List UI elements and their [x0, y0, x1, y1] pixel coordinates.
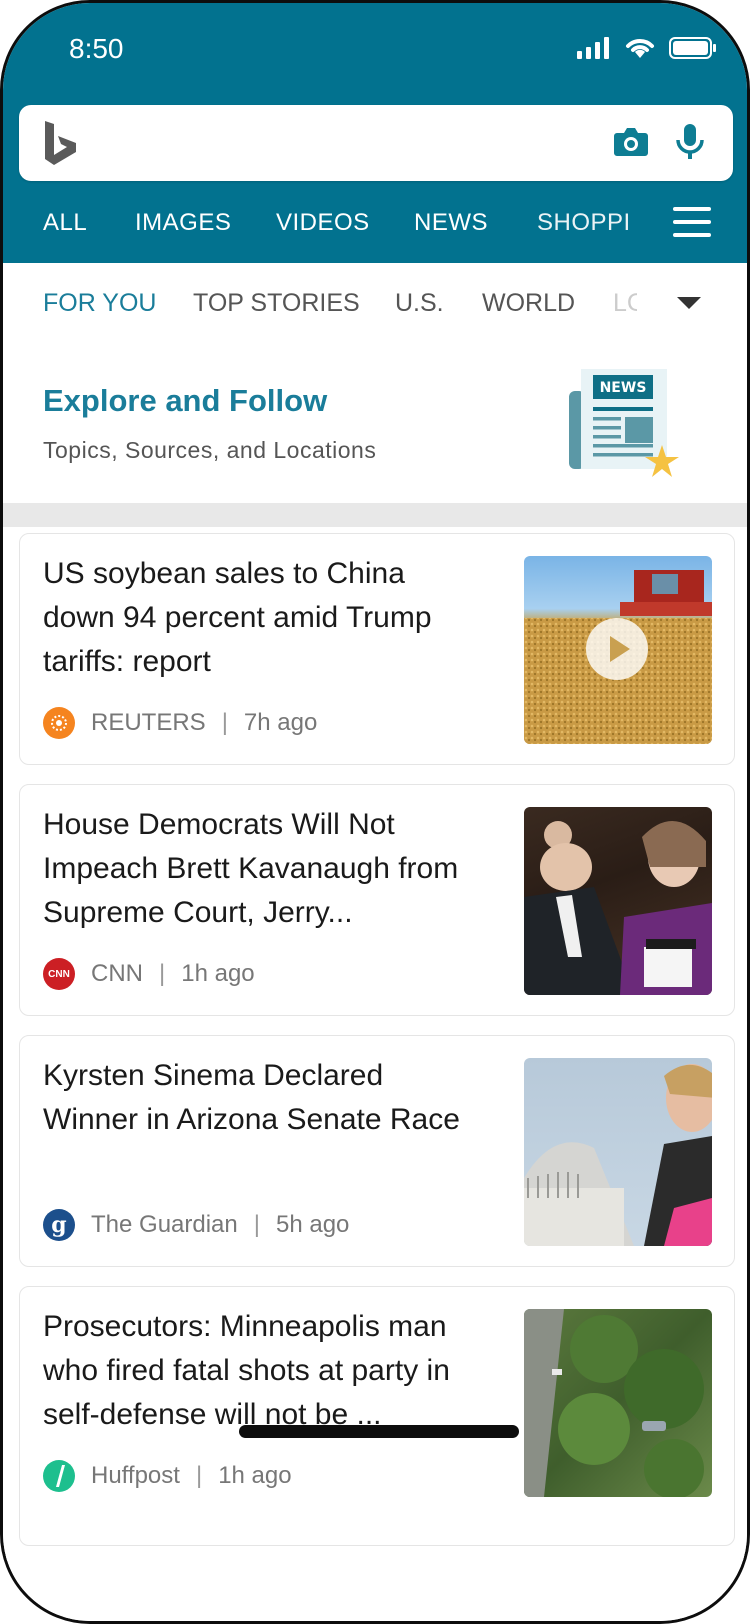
source-name[interactable]: Huffpost — [91, 1462, 180, 1490]
article-time: 7h ago — [243, 709, 318, 736]
politicians-image — [524, 820, 712, 995]
tab-shopping[interactable]: SHOPPI — [537, 209, 629, 237]
tab-videos[interactable]: VIDEOS — [276, 209, 370, 237]
guardian-logo-icon: g — [43, 1209, 75, 1241]
huffpost-logo-icon — [43, 1460, 75, 1492]
article-thumbnail[interactable] — [524, 1309, 712, 1497]
subtab-for-you[interactable]: FOR YOU — [43, 289, 156, 318]
tab-all[interactable]: ALL — [43, 209, 87, 237]
separator: | — [159, 960, 166, 987]
subtab-top-stories[interactable]: TOP STORIES — [193, 289, 360, 318]
source-name[interactable]: The Guardian — [91, 1211, 238, 1239]
explore-subtitle: Topics, Sources, and Locations — [43, 437, 377, 463]
news-badge-text: NEWS — [600, 380, 647, 396]
camera-icon[interactable] — [613, 126, 649, 158]
cnn-logo-icon: CNN — [43, 958, 75, 990]
search-tabs: ALL IMAGES VIDEOS NEWS SHOPPI — [3, 199, 747, 249]
source-name[interactable]: CNN — [91, 960, 143, 988]
explore-follow-banner[interactable]: Explore and Follow Topics, Sources, and … — [3, 343, 747, 503]
article-thumbnail[interactable] — [524, 1058, 712, 1246]
separator: | — [221, 709, 228, 736]
separator: | — [195, 1462, 203, 1489]
tab-news[interactable]: NEWS — [414, 209, 488, 237]
header: 8:50 ALL IMAGES VIDEOS NEWS SHOPPI — [3, 3, 747, 263]
explore-title: Explore and Follow — [43, 383, 328, 418]
news-card[interactable]: House Democrats Will Not Impeach Brett K… — [19, 784, 735, 1016]
aerial-scene-image — [524, 1309, 704, 1497]
section-divider — [3, 503, 747, 527]
article-headline[interactable]: House Democrats Will Not Impeach Brett K… — [43, 803, 483, 935]
source-name[interactable]: REUTERS — [91, 709, 206, 737]
article-source: CNN CNN | 1h ago — [43, 957, 255, 991]
newspaper-icon: NEWS — [569, 369, 679, 477]
article-source: g The Guardian | 5h ago — [43, 1208, 349, 1242]
news-feed: US soybean sales to China down 94 percen… — [3, 527, 747, 1567]
news-category-tabs: FOR YOU TOP STORIES U.S. WORLD LC — [3, 263, 747, 344]
battery-icon — [669, 37, 716, 59]
home-indicator[interactable] — [239, 1425, 519, 1438]
subtab-local[interactable]: LC — [613, 289, 637, 318]
status-icons — [577, 37, 717, 59]
capitol-senator-image — [524, 1064, 712, 1246]
menu-icon[interactable] — [673, 207, 711, 237]
article-time: 1h ago — [181, 960, 255, 987]
play-icon[interactable] — [586, 618, 648, 680]
subtab-us[interactable]: U.S. — [395, 289, 444, 318]
article-thumbnail[interactable] — [524, 556, 712, 744]
bottom-bar — [3, 1555, 747, 1621]
news-card[interactable]: Prosecutors: Minneapolis man who fired f… — [19, 1286, 735, 1546]
status-time: 8:50 — [69, 33, 124, 64]
chevron-down-icon[interactable] — [677, 297, 701, 309]
article-headline[interactable]: Kyrsten Sinema Declared Winner in Arizon… — [43, 1054, 483, 1142]
subtab-world[interactable]: WORLD — [482, 289, 575, 318]
wifi-icon — [626, 39, 654, 58]
bing-logo — [45, 121, 76, 165]
separator: | — [253, 1211, 260, 1238]
article-headline[interactable]: Prosecutors: Minneapolis man who fired f… — [43, 1305, 483, 1437]
signal-icon — [577, 37, 609, 59]
microphone-icon[interactable] — [675, 123, 705, 161]
article-source: REUTERS | 7h ago — [43, 706, 317, 740]
article-source: Huffpost | 1h ago — [43, 1459, 292, 1493]
tab-images[interactable]: IMAGES — [135, 209, 231, 237]
article-thumbnail[interactable] — [524, 807, 712, 995]
article-headline[interactable]: US soybean sales to China down 94 percen… — [43, 552, 483, 684]
news-card[interactable]: Kyrsten Sinema Declared Winner in Arizon… — [19, 1035, 735, 1267]
reuters-logo-icon — [43, 707, 75, 739]
search-bar[interactable] — [19, 105, 733, 181]
article-time: 1h ago — [218, 1462, 292, 1489]
article-time: 5h ago — [276, 1211, 350, 1238]
phone-frame: 8:50 ALL IMAGES VIDEOS NEWS SHOPPI FOR Y… — [0, 0, 750, 1624]
news-card[interactable]: US soybean sales to China down 94 percen… — [19, 533, 735, 765]
